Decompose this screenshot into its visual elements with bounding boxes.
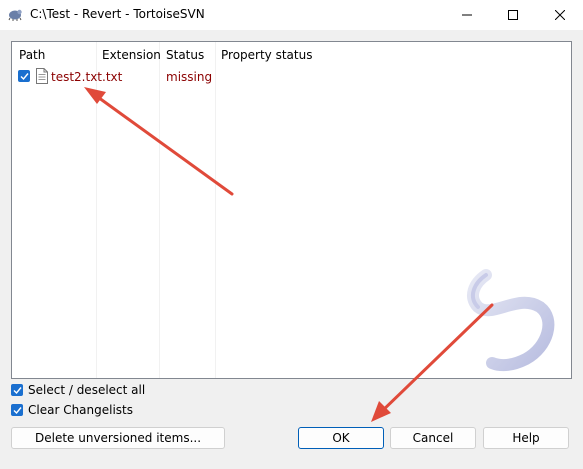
select-all-option[interactable]: Select / deselect all (11, 382, 145, 398)
select-all-checkbox[interactable] (11, 384, 23, 396)
text-file-icon (36, 68, 48, 84)
maximize-icon (508, 10, 518, 20)
row-checkbox[interactable] (18, 70, 30, 82)
cell-extension: .txt (102, 70, 123, 84)
clear-changelists-label: Clear Changelists (28, 403, 134, 417)
checkmark-icon (13, 406, 22, 414)
close-icon (555, 10, 565, 20)
column-separator (215, 42, 216, 378)
cell-status: missing (166, 70, 213, 84)
column-header-path[interactable]: Path (19, 48, 45, 62)
delete-unversioned-button[interactable]: Delete unversioned items... (11, 427, 225, 449)
cell-path: test2.txt (51, 70, 103, 84)
clear-changelists-option[interactable]: Clear Changelists (11, 402, 133, 418)
select-all-label: Select / deselect all (28, 383, 146, 397)
tortoisesvn-app-icon (8, 9, 22, 21)
column-header-extension[interactable]: Extension (102, 48, 161, 62)
clear-changelists-checkbox[interactable] (11, 404, 23, 416)
close-button[interactable] (537, 0, 583, 30)
column-header-status[interactable]: Status (166, 48, 204, 62)
cancel-button[interactable]: Cancel (390, 427, 476, 449)
window-title: C:\Test - Revert - TortoiseSVN (30, 7, 205, 21)
table-row[interactable]: test2.txt .txt missing (12, 67, 571, 87)
file-list[interactable]: Path Extension Status Property status te… (11, 41, 572, 379)
minimize-button[interactable] (444, 0, 490, 30)
revert-watermark-icon (466, 269, 555, 372)
help-button[interactable]: Help (483, 427, 569, 449)
column-separator (159, 42, 160, 378)
checkmark-icon (13, 386, 22, 394)
minimize-icon (462, 14, 472, 16)
maximize-button[interactable] (490, 0, 536, 30)
title-bar: C:\Test - Revert - TortoiseSVN (0, 0, 583, 30)
column-separator (96, 42, 97, 378)
ok-button[interactable]: OK (298, 427, 384, 449)
checkmark-icon (20, 72, 29, 80)
column-header-property-status[interactable]: Property status (221, 48, 312, 62)
